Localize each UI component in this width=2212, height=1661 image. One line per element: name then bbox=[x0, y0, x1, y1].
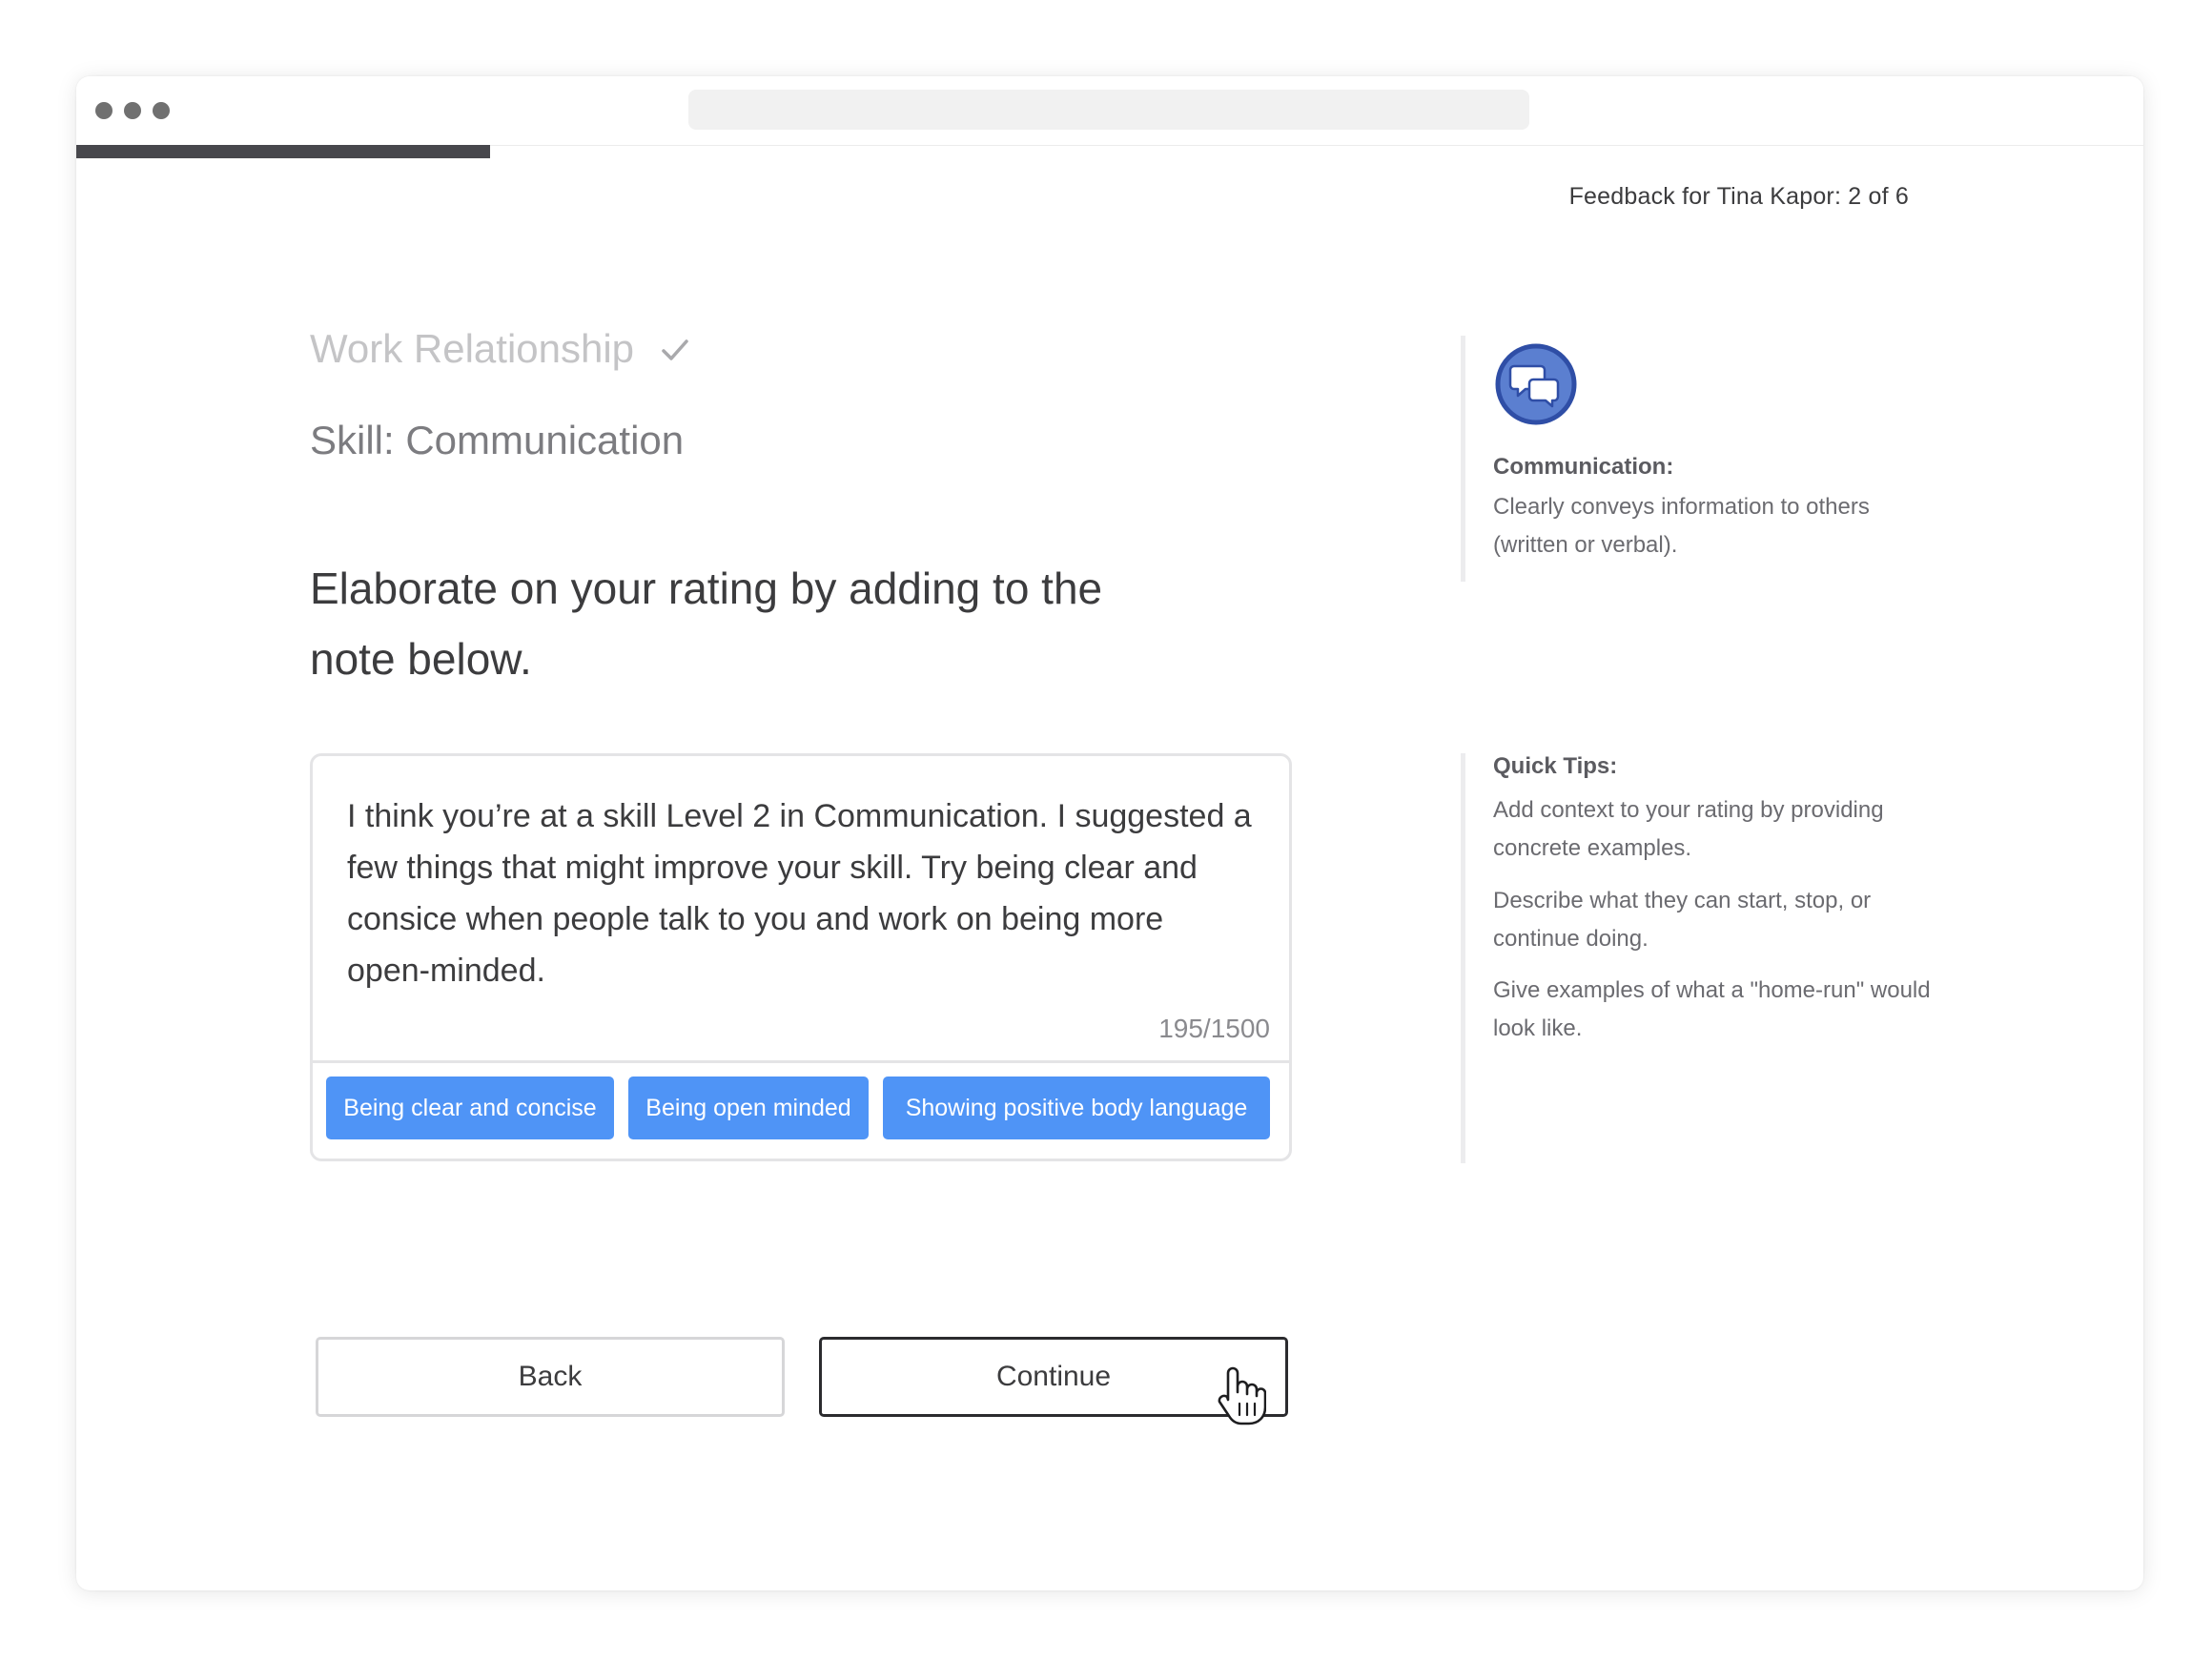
chip-clear-and-concise[interactable]: Being clear and concise bbox=[326, 1077, 614, 1139]
skill-heading: Communication: bbox=[1493, 454, 1674, 480]
sidebar-divider bbox=[1461, 336, 1465, 582]
window-dot-icon[interactable] bbox=[95, 102, 113, 119]
suggestion-chips: Being clear and concise Being open minde… bbox=[313, 1060, 1289, 1159]
section-title: Work Relationship bbox=[310, 326, 635, 371]
feedback-counter: Feedback for Tina Kapor: 2 of 6 bbox=[1568, 183, 1909, 210]
chip-positive-body-language[interactable]: Showing positive body language bbox=[883, 1077, 1270, 1139]
skill-label: Skill: Communication bbox=[310, 418, 685, 462]
window-dot-icon[interactable] bbox=[153, 102, 170, 119]
quick-tips-heading: Quick Tips: bbox=[1493, 753, 1618, 779]
sidebar-divider bbox=[1461, 753, 1465, 1163]
tip-item: Add context to your rating by providing … bbox=[1493, 797, 1884, 861]
address-bar[interactable] bbox=[688, 90, 1529, 130]
skill-description: Clearly conveys information to others (w… bbox=[1493, 494, 1870, 558]
hand-pointer-icon bbox=[1218, 1366, 1266, 1425]
note-editor[interactable]: I think you’re at a skill Level 2 in Com… bbox=[310, 753, 1292, 1161]
progress-bar bbox=[76, 145, 490, 158]
window-dot-icon[interactable] bbox=[124, 102, 141, 119]
note-textarea[interactable]: I think you’re at a skill Level 2 in Com… bbox=[347, 790, 1253, 996]
speech-bubbles-icon bbox=[1495, 343, 1577, 425]
tip-item: Describe what they can start, stop, or c… bbox=[1493, 888, 1872, 952]
browser-window: Feedback for Tina Kapor: 2 of 6 Work Rel… bbox=[76, 76, 2143, 1590]
title-bar bbox=[76, 76, 2143, 146]
chip-open-minded[interactable]: Being open minded bbox=[628, 1077, 869, 1139]
character-count: 195/1500 bbox=[1158, 1014, 1270, 1043]
page-prompt: Elaborate on your rating by adding to th… bbox=[310, 564, 1103, 684]
back-button[interactable]: Back bbox=[316, 1337, 785, 1417]
tip-item: Give examples of what a "home-run" would… bbox=[1493, 977, 1931, 1041]
checkmark-icon bbox=[662, 339, 688, 360]
